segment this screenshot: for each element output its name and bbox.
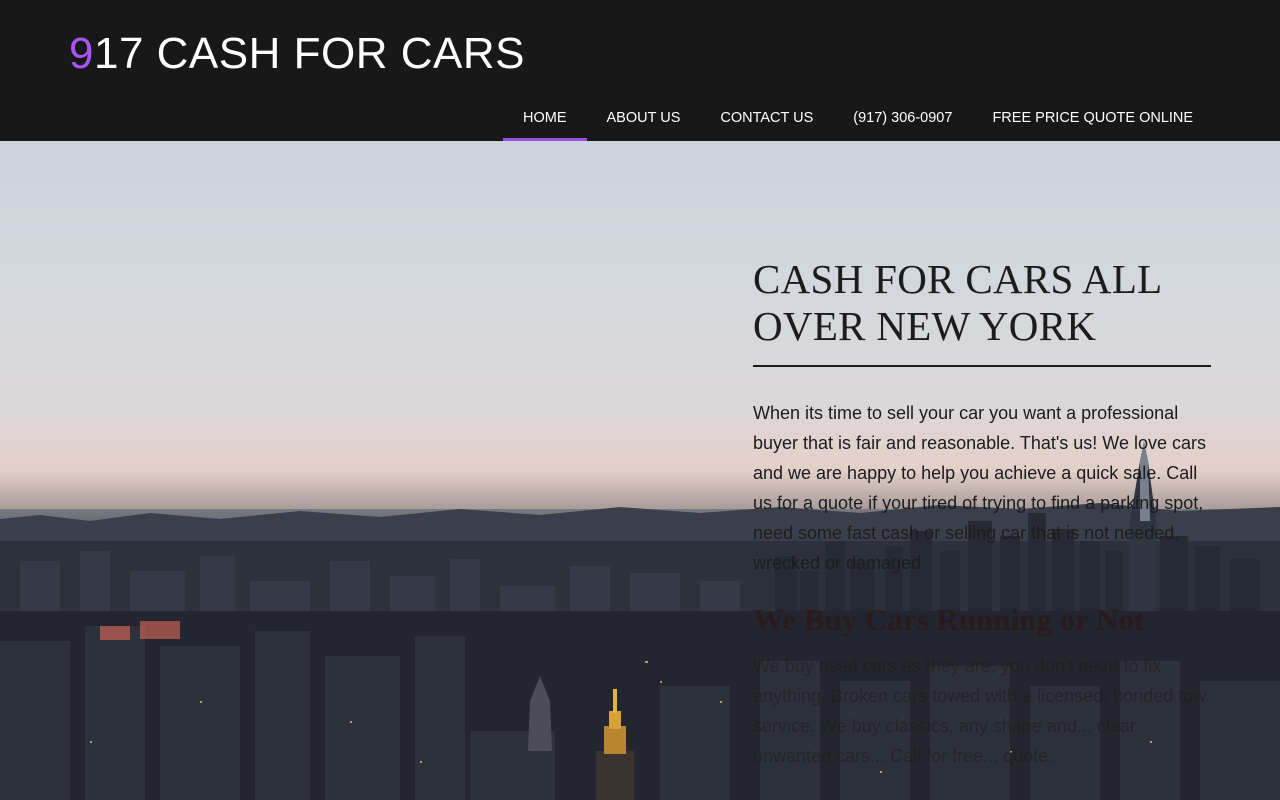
site-header: 917 CASH FOR CARS HOME ABOUT US CONTACT …: [0, 0, 1280, 142]
nav-item-about-us[interactable]: ABOUT US: [587, 95, 701, 141]
hero-intro-text: When its time to sell your car you want …: [753, 403, 1207, 573]
logo-text: 17 CASH FOR CARS: [93, 29, 525, 78]
hero-body-text: We buy used cars as they are, you don't …: [753, 656, 1207, 766]
hero-subheading: We Buy Cars Running or Not: [753, 602, 1145, 637]
headline-divider: [753, 365, 1211, 367]
site-logo[interactable]: 917 CASH FOR CARS: [69, 30, 525, 78]
nav-item-home[interactable]: HOME: [503, 95, 587, 142]
nav-item-contact-us[interactable]: CONTACT US: [700, 95, 833, 141]
nav-item-phone[interactable]: (917) 306-0907: [833, 95, 972, 141]
main-nav: HOME ABOUT US CONTACT US (917) 306-0907 …: [503, 95, 1213, 142]
hero-headline: CASH FOR CARS ALL OVER NEW YORK: [753, 256, 1161, 349]
hero-content: CASH FOR CARS ALL OVER NEW YORK When its…: [753, 256, 1211, 771]
nav-item-free-quote[interactable]: FREE PRICE QUOTE ONLINE: [972, 95, 1213, 141]
logo-accent-digit: 9: [69, 29, 94, 78]
